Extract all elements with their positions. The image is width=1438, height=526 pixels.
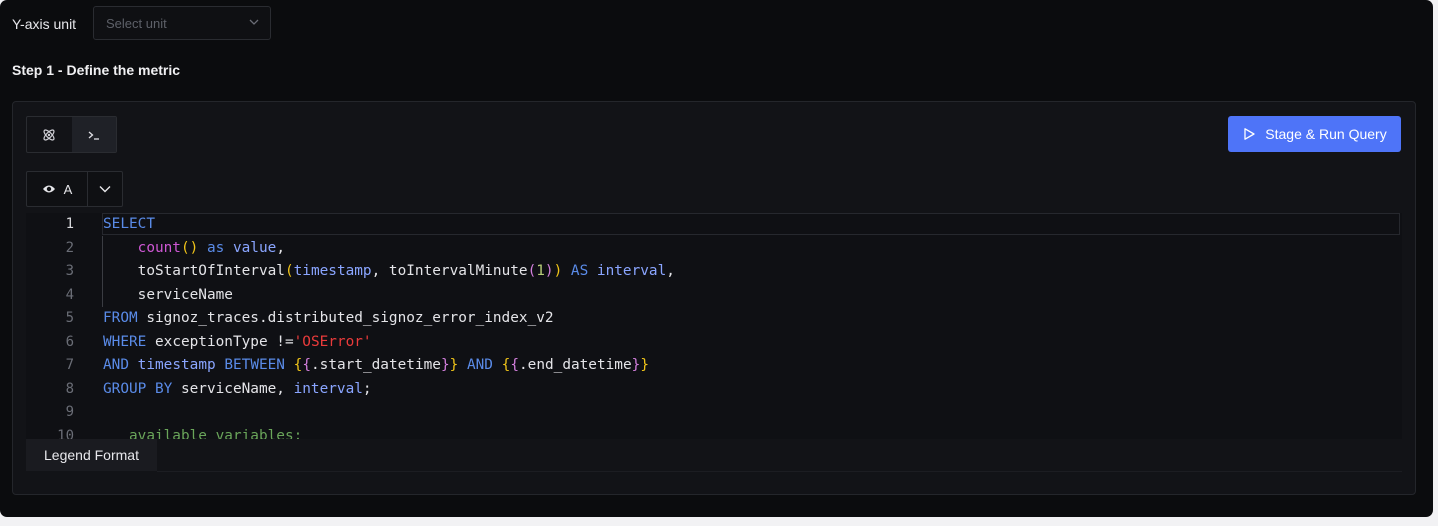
stage-run-query-label: Stage & Run Query — [1265, 126, 1387, 142]
code-line: available variables: — [103, 425, 302, 440]
code-token: 'OSError' — [293, 333, 372, 350]
y-axis-unit-placeholder: Select unit — [106, 15, 167, 31]
line-number: 5 — [65, 310, 74, 326]
code-token: ( — [527, 263, 537, 279]
chevron-down-icon — [99, 186, 111, 193]
code-token: serviceName — [103, 286, 233, 303]
y-axis-unit-row: Y-axis unit Select unit — [12, 6, 271, 42]
code-token: interval — [596, 263, 667, 279]
code-token: { — [510, 357, 519, 373]
query-visibility-toggle[interactable]: A — [27, 172, 88, 206]
code-token: value — [232, 239, 277, 256]
code-token: } — [449, 357, 459, 373]
code-token: FROM — [103, 310, 138, 326]
code-token: AND — [466, 357, 493, 373]
code-line: SELECT — [103, 213, 155, 237]
legend-format-text: Legend Format — [44, 447, 139, 463]
line-number: 6 — [65, 333, 74, 350]
atom-icon — [43, 128, 55, 141]
play-icon — [1244, 128, 1255, 140]
code-token: .end_datetime — [519, 357, 632, 373]
code-token: BETWEEN — [224, 357, 285, 373]
code-token: } — [631, 357, 641, 373]
code-token: .start_datetime — [311, 357, 441, 373]
code-token: () — [180, 239, 199, 256]
code-token: ) — [544, 263, 554, 279]
active-line-highlight — [102, 213, 1400, 235]
code-token: AS — [570, 263, 589, 279]
app-window: Y-axis unit Select unit Step 1 - Define … — [0, 0, 1433, 517]
code-token: count — [137, 239, 181, 256]
stage-run-query-button[interactable]: Stage & Run Query — [1228, 116, 1401, 152]
legend-format-label: Legend Format — [26, 439, 157, 471]
y-axis-unit-label: Y-axis unit — [12, 16, 77, 32]
code-token: ( — [284, 263, 294, 279]
code-token: available variables: — [103, 427, 303, 440]
chevron-down-icon — [249, 19, 259, 25]
legend-format-input[interactable] — [157, 439, 1402, 472]
code-token: ; — [362, 380, 372, 397]
code-token: { — [302, 357, 311, 373]
code-line: AND timestamp BETWEEN {{.start_datetime}… — [103, 354, 649, 378]
query-panel: Stage & Run Query A 1 2 3 4 5 6 7 8 9 10 SELECT c… — [12, 101, 1416, 495]
code-line: count() as value, — [103, 237, 285, 261]
code-line: FROM signoz_traces.distributed_signoz_er… — [103, 307, 554, 331]
sql-code-editor[interactable]: 1 2 3 4 5 6 7 8 9 10 SELECT count() as value, toS… — [26, 213, 1402, 439]
line-number: 9 — [65, 404, 74, 420]
line-number: 3 — [65, 263, 74, 279]
code-token: timestamp — [137, 357, 216, 373]
code-token: as — [206, 239, 225, 256]
terminal-icon — [88, 131, 99, 140]
code-line: WHERE exceptionType !='OSError' — [103, 331, 372, 355]
code-token: timestamp — [293, 263, 372, 279]
code-line: toStartOfInterval(timestamp, toIntervalM… — [103, 260, 675, 284]
line-number: 7 — [65, 357, 74, 373]
code-line: GROUP BY serviceName, interval; — [103, 378, 372, 402]
line-number: 4 — [65, 286, 74, 303]
code-token: WHERE — [103, 333, 147, 350]
query-collapse-button[interactable] — [88, 172, 122, 206]
eye-icon — [42, 185, 55, 193]
code-token: } — [440, 357, 450, 373]
code-token: , — [666, 263, 675, 279]
code-line: serviceName — [103, 284, 233, 308]
query-name: A — [63, 181, 73, 197]
code-token: , toIntervalMinute — [371, 263, 528, 279]
query-mode-toggle — [26, 116, 117, 153]
code-token: AND — [103, 357, 129, 373]
line-number: 8 — [65, 380, 74, 397]
code-token: , — [276, 239, 285, 256]
clickhouse-query-mode-button[interactable] — [71, 117, 116, 152]
line-number: 10 — [57, 427, 74, 440]
query-builder-mode-button[interactable] — [27, 117, 72, 152]
code-token: toStartOfInterval — [103, 263, 285, 279]
code-token: GROUP BY — [103, 380, 173, 397]
line-number: 2 — [65, 239, 74, 256]
code-token: interval — [293, 380, 363, 397]
code-token: serviceName, — [172, 380, 294, 397]
step-title: Step 1 - Define the metric — [12, 62, 181, 78]
y-axis-unit-select[interactable]: Select unit — [93, 6, 271, 40]
code-token: exceptionType != — [146, 333, 294, 350]
code-token: ) — [553, 263, 563, 279]
code-token: signoz_traces.distributed_signoz_error_i… — [137, 310, 554, 326]
line-number: 1 — [65, 216, 74, 232]
code-token: 1 — [536, 263, 545, 279]
query-chip: A — [26, 171, 123, 207]
code-token: } — [640, 357, 649, 373]
code-token: SELECT — [103, 216, 155, 232]
